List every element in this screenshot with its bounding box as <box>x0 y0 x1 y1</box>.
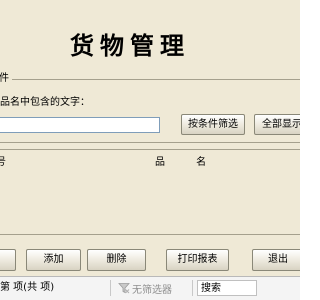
filter-status-indicator[interactable]: 无筛选器 <box>118 281 172 296</box>
search-input[interactable] <box>197 280 257 296</box>
product-name-filter-input[interactable] <box>0 117 160 133</box>
navbar-separator <box>110 280 111 296</box>
first-action-button[interactable] <box>0 249 16 271</box>
add-button[interactable]: 添加 <box>26 249 81 271</box>
print-report-button[interactable]: 打印报表 <box>166 249 229 271</box>
navbar-separator <box>192 280 193 296</box>
funnel-filter-icon <box>118 282 130 294</box>
column-header-code: 号 <box>0 157 6 168</box>
delete-button[interactable]: 删除 <box>87 249 146 271</box>
filter-prompt-label: 品名中包含的文字： <box>0 97 90 108</box>
exit-button[interactable]: 退出 <box>252 249 300 271</box>
record-position-text: 第 项(共 项) <box>0 282 55 293</box>
show-all-button[interactable]: 全部显示 <box>254 114 300 135</box>
form-title: 货物管理 <box>70 31 190 60</box>
filter-status-text: 无筛选器 <box>132 284 172 296</box>
record-navigation-bar: 第 项(共 项) 无筛选器 <box>0 276 300 300</box>
filter-button[interactable]: 按条件筛选 <box>181 114 245 135</box>
goods-management-form: 货物管理 件 品名中包含的文字： 按条件筛选 全部显示 号 品 名 添加 删除 … <box>0 0 300 276</box>
filter-group-legend: 件 <box>0 73 12 85</box>
column-header-product-name: 品 名 <box>155 157 221 168</box>
goods-list-box[interactable] <box>0 149 300 235</box>
